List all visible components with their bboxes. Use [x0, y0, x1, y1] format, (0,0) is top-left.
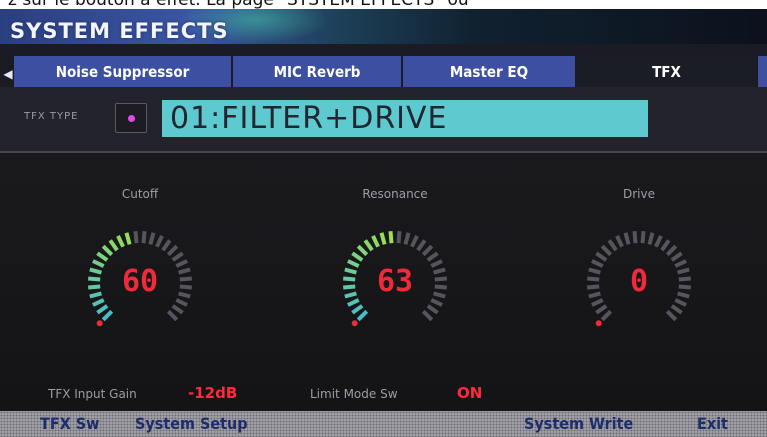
knob-tick: [403, 232, 411, 245]
knob-tick: [600, 244, 613, 257]
tfx-type-button[interactable]: [115, 103, 147, 133]
tab-bar: ◀ Noise Suppressor MIC Reverb Master EQ …: [0, 44, 767, 87]
knob-tick: [356, 309, 369, 322]
knob-tick: [141, 231, 147, 244]
knob-tick: [133, 231, 139, 244]
knob-tick: [371, 235, 380, 248]
knob-tick: [148, 232, 156, 245]
tab-tfx[interactable]: TFX: [577, 56, 756, 87]
knob-min-marker-icon: [96, 320, 103, 327]
tab-scroll-left-icon[interactable]: ◀: [2, 60, 14, 87]
knob-tick: [175, 298, 188, 307]
knob-tick: [595, 251, 608, 262]
knob-panel: Cutoff 60 Resonance 63 Drive 0 TFX Input…: [0, 153, 767, 411]
tfx-input-gain-value[interactable]: -12dB: [188, 384, 237, 402]
knob-tick: [96, 251, 109, 262]
knob-tick: [347, 298, 360, 307]
tab-label: Noise Suppressor: [55, 62, 190, 81]
knob-tick: [623, 232, 631, 245]
knob-label-cutoff: Cutoff: [121, 187, 159, 201]
system-effects-screen: z sur le bouton à effet. La page "SYSTEM…: [0, 0, 767, 437]
tfx-sw-button[interactable]: TFX Sw: [40, 414, 99, 433]
knob-tick: [615, 235, 624, 248]
knob-tick: [670, 304, 683, 315]
knob-tick: [96, 304, 109, 315]
knob-tick: [388, 231, 394, 244]
tab-mic-reverb[interactable]: MIC Reverb: [233, 56, 401, 87]
tab-master-eq[interactable]: Master EQ: [403, 56, 575, 87]
knob-tick: [379, 232, 387, 245]
knob-min-marker-icon: [351, 320, 358, 327]
knob-tick: [166, 309, 179, 322]
knob-tick: [108, 239, 119, 252]
tab-label: Master EQ: [449, 62, 529, 81]
knob-tick: [595, 304, 608, 315]
knob-tick: [416, 239, 427, 252]
knob-tick: [92, 298, 105, 307]
knob-tick: [670, 251, 683, 262]
knob-tick: [351, 304, 364, 315]
knob-tick: [674, 298, 687, 307]
knob-tick: [171, 304, 184, 315]
knob-tick: [426, 304, 439, 315]
limit-mode-label: Limit Mode Sw: [310, 387, 398, 401]
knob-tick: [155, 235, 164, 248]
tab-label: TFX: [652, 62, 681, 81]
page-title: SYSTEM EFFECTS: [10, 19, 229, 43]
function-bar: TFX Sw System Setup System Write Exit: [0, 411, 767, 437]
drive-value: 0: [629, 264, 649, 299]
resonance-value: 63: [376, 264, 414, 299]
knob-tick: [396, 231, 402, 244]
tab-label: MIC Reverb: [273, 62, 361, 81]
knob-min-marker-icon: [595, 320, 602, 327]
knob-tick: [166, 244, 179, 257]
tfx-type-row: TFX TYPE 01:FILTER+DRIVE: [0, 87, 767, 153]
knob-tick: [363, 239, 374, 252]
knob-tick: [430, 298, 443, 307]
tab-next-edge[interactable]: [758, 56, 767, 87]
knob-tick: [647, 232, 655, 245]
knob-label-resonance: Resonance: [362, 187, 428, 201]
knob-tick: [124, 232, 132, 245]
knob-tick: [660, 239, 671, 252]
knob-tick: [665, 309, 678, 322]
system-write-button[interactable]: System Write: [524, 414, 633, 433]
caption-text: z sur le bouton à effet. La page "SYSTEM…: [0, 0, 767, 9]
tfx-type-indicator-icon: [128, 115, 135, 122]
knob-label-drive: Drive: [623, 187, 655, 201]
knob-tick: [351, 251, 364, 262]
system-setup-button[interactable]: System Setup: [135, 414, 248, 433]
knob-tick: [101, 244, 114, 257]
header-banner: SYSTEM EFFECTS: [0, 9, 767, 44]
knob-tick: [356, 244, 369, 257]
knob-tick: [665, 244, 678, 257]
tfx-type-value[interactable]: 01:FILTER+DRIVE: [162, 100, 648, 137]
tab-noise-suppressor[interactable]: Noise Suppressor: [14, 56, 231, 87]
limit-mode-value[interactable]: ON: [457, 384, 482, 402]
knob-tick: [101, 309, 114, 322]
knob-tick: [607, 239, 618, 252]
cutoff-value: 60: [121, 264, 159, 299]
knob-tick: [421, 244, 434, 257]
tfx-type-label: TFX TYPE: [24, 111, 79, 122]
knob-tick: [421, 309, 434, 322]
knob-tick: [410, 235, 419, 248]
tfx-input-gain-label: TFX Input Gain: [48, 387, 137, 401]
exit-button[interactable]: Exit: [697, 414, 728, 433]
knob-tick: [654, 235, 663, 248]
knob-tick: [426, 251, 439, 262]
knob-tick: [640, 231, 646, 244]
knob-tick: [116, 235, 125, 248]
knob-tick: [632, 231, 638, 244]
knob-tick: [171, 251, 184, 262]
knob-tick: [600, 309, 613, 322]
knob-tick: [591, 298, 604, 307]
knob-tick: [161, 239, 172, 252]
